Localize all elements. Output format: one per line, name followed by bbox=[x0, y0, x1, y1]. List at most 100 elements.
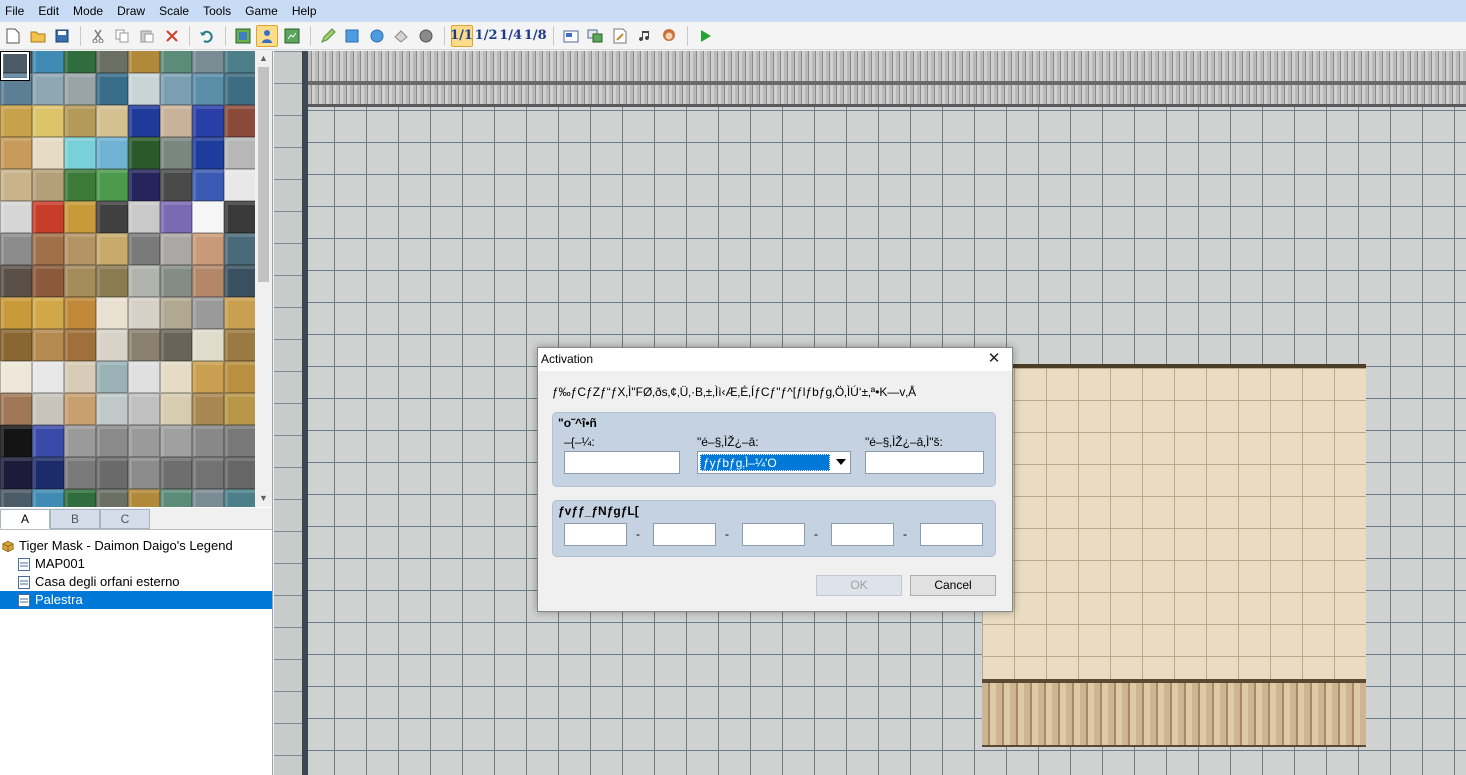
tile-swatch[interactable] bbox=[96, 329, 128, 361]
tile-swatch[interactable] bbox=[0, 297, 32, 329]
tile-swatch[interactable] bbox=[96, 201, 128, 233]
tile-swatch[interactable] bbox=[192, 51, 224, 73]
tile-swatch[interactable] bbox=[64, 425, 96, 457]
tile-swatch[interactable] bbox=[32, 73, 64, 105]
tile-swatch[interactable] bbox=[64, 361, 96, 393]
tile-swatch[interactable] bbox=[224, 361, 255, 393]
name-field[interactable] bbox=[564, 451, 680, 474]
tile-swatch[interactable] bbox=[0, 137, 32, 169]
tile-swatch[interactable] bbox=[224, 425, 255, 457]
cut-icon[interactable] bbox=[87, 25, 109, 47]
product-key-field-2[interactable] bbox=[653, 523, 716, 546]
tile-swatch[interactable] bbox=[96, 265, 128, 297]
tile-swatch[interactable] bbox=[224, 393, 255, 425]
tile-swatch[interactable] bbox=[192, 169, 224, 201]
tile-swatch[interactable] bbox=[128, 361, 160, 393]
tile-swatch[interactable] bbox=[160, 169, 192, 201]
tile-swatch[interactable] bbox=[128, 233, 160, 265]
tile-swatch[interactable] bbox=[96, 393, 128, 425]
tile-swatch[interactable] bbox=[32, 169, 64, 201]
menu-scale[interactable]: Scale bbox=[152, 1, 196, 21]
menu-file[interactable]: File bbox=[0, 1, 31, 21]
tile-swatch[interactable] bbox=[96, 457, 128, 489]
tile-swatch[interactable] bbox=[0, 457, 32, 489]
menu-tools[interactable]: Tools bbox=[196, 1, 238, 21]
tile-swatch[interactable] bbox=[0, 329, 32, 361]
new-project-icon[interactable] bbox=[2, 25, 24, 47]
tile-swatch[interactable] bbox=[32, 265, 64, 297]
tile-swatch[interactable] bbox=[64, 457, 96, 489]
tile-swatch[interactable] bbox=[32, 233, 64, 265]
tree-item-palestra[interactable]: Palestra bbox=[0, 591, 272, 609]
tile-swatch[interactable] bbox=[160, 425, 192, 457]
tile-swatch[interactable] bbox=[128, 297, 160, 329]
tile-swatch[interactable] bbox=[160, 361, 192, 393]
map-layer-icon[interactable] bbox=[232, 25, 254, 47]
sound-test-icon[interactable] bbox=[634, 25, 656, 47]
menu-edit[interactable]: Edit bbox=[31, 1, 66, 21]
tile-swatch[interactable] bbox=[0, 361, 32, 393]
scroll-down-icon[interactable]: ▼ bbox=[259, 493, 268, 503]
tile-swatch[interactable] bbox=[128, 329, 160, 361]
tile-swatch[interactable] bbox=[0, 201, 32, 233]
close-icon[interactable]: ✕ bbox=[984, 350, 1004, 370]
product-key-field-3[interactable] bbox=[742, 523, 805, 546]
tile-swatch[interactable] bbox=[128, 425, 160, 457]
tree-item-map001[interactable]: MAP001 bbox=[18, 555, 85, 573]
tile-swatch[interactable] bbox=[224, 457, 255, 489]
tile-swatch[interactable] bbox=[192, 233, 224, 265]
tile-swatch[interactable] bbox=[128, 201, 160, 233]
tile-swatch[interactable] bbox=[160, 393, 192, 425]
copy-icon[interactable] bbox=[111, 25, 133, 47]
tile-swatch[interactable] bbox=[192, 297, 224, 329]
tile-swatch[interactable] bbox=[32, 297, 64, 329]
fill-icon[interactable] bbox=[390, 25, 412, 47]
pencil-icon[interactable] bbox=[317, 25, 339, 47]
secret-question-select[interactable]: ƒyƒbƒg‚Ì–¼'O bbox=[697, 451, 851, 474]
tile-swatch[interactable] bbox=[224, 297, 255, 329]
menu-help[interactable]: Help bbox=[285, 1, 324, 21]
menu-draw[interactable]: Draw bbox=[110, 1, 152, 21]
tileset-scrollbar[interactable]: ▲ ▼ bbox=[255, 51, 272, 507]
paste-icon[interactable] bbox=[136, 25, 158, 47]
tile-swatch[interactable] bbox=[0, 233, 32, 265]
tile-swatch[interactable] bbox=[160, 233, 192, 265]
tile-swatch[interactable] bbox=[96, 489, 128, 507]
tile-swatch[interactable] bbox=[0, 265, 32, 297]
save-project-icon[interactable] bbox=[51, 25, 73, 47]
script-editor-icon[interactable] bbox=[609, 25, 631, 47]
tile-swatch[interactable] bbox=[0, 489, 32, 507]
tile-swatch[interactable] bbox=[128, 137, 160, 169]
database-icon[interactable] bbox=[560, 25, 582, 47]
tile-swatch[interactable] bbox=[128, 51, 160, 73]
tile-swatch[interactable] bbox=[32, 51, 64, 73]
tile-swatch[interactable] bbox=[32, 425, 64, 457]
tile-swatch[interactable] bbox=[0, 169, 32, 201]
product-key-field-1[interactable] bbox=[564, 523, 627, 546]
tile-swatch[interactable] bbox=[96, 137, 128, 169]
tile-swatch[interactable] bbox=[32, 489, 64, 507]
tile-swatch[interactable] bbox=[96, 51, 128, 73]
secret-answer-field[interactable] bbox=[865, 451, 984, 474]
tile-swatch[interactable] bbox=[128, 169, 160, 201]
tile-swatch[interactable] bbox=[160, 457, 192, 489]
tile-swatch[interactable] bbox=[224, 265, 255, 297]
tile-swatch[interactable] bbox=[224, 73, 255, 105]
tile-swatch[interactable] bbox=[64, 51, 96, 73]
tile-swatch[interactable] bbox=[96, 297, 128, 329]
tile-swatch[interactable] bbox=[32, 201, 64, 233]
tab-a[interactable]: A bbox=[0, 509, 50, 529]
tile-swatch[interactable] bbox=[192, 73, 224, 105]
tile-swatch[interactable] bbox=[224, 169, 255, 201]
tile-swatch[interactable] bbox=[128, 457, 160, 489]
tile-swatch[interactable] bbox=[160, 329, 192, 361]
tile-swatch[interactable] bbox=[96, 169, 128, 201]
tile-swatch[interactable] bbox=[192, 425, 224, 457]
tile-swatch[interactable] bbox=[32, 393, 64, 425]
tile-swatch[interactable] bbox=[32, 329, 64, 361]
ellipse-icon[interactable] bbox=[366, 25, 388, 47]
tile-swatch[interactable] bbox=[64, 73, 96, 105]
tile-swatch[interactable] bbox=[64, 137, 96, 169]
tile-swatch[interactable] bbox=[64, 201, 96, 233]
tile-swatch[interactable] bbox=[0, 393, 32, 425]
